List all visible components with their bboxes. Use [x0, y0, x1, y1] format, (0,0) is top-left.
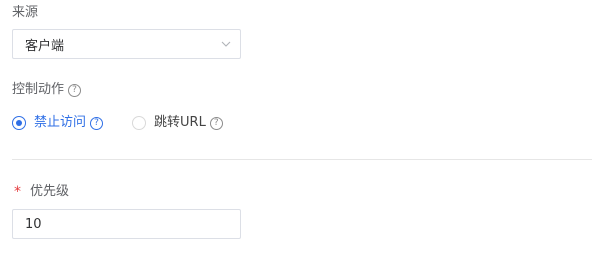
priority-label: 优先级: [30, 184, 70, 199]
priority-input[interactable]: [12, 209, 241, 239]
source-label: 来源: [12, 5, 39, 20]
radio-unchecked-icon[interactable]: [132, 116, 147, 130]
radio-option-redirect-url[interactable]: 跳转URL ?: [132, 115, 223, 131]
required-mark: *: [14, 184, 21, 200]
control-action-label-row: 控制动作 ?: [12, 82, 82, 98]
section-divider: [12, 159, 592, 160]
source-select[interactable]: 客户端: [12, 29, 241, 59]
block-access-help-icon[interactable]: ?: [90, 116, 104, 130]
radio-label-redirect-url: 跳转URL: [154, 115, 206, 130]
control-action-label: 控制动作: [12, 82, 65, 97]
radio-option-block-access[interactable]: 禁止访问 ?: [12, 115, 104, 131]
control-action-help-icon[interactable]: ?: [68, 83, 82, 97]
source-select-value: 客户端: [25, 38, 65, 54]
priority-label-row: * 优先级: [12, 184, 69, 200]
radio-label-block-access: 禁止访问: [34, 115, 87, 130]
radio-checked-icon[interactable]: [12, 116, 26, 130]
chevron-down-icon[interactable]: [220, 38, 232, 50]
redirect-url-help-icon[interactable]: ?: [209, 116, 223, 130]
rule-form: 来源 客户端 控制动作 ? 禁止访问 ? 跳转URL ? * 优先级: [0, 0, 592, 262]
control-action-radio-group: 禁止访问 ? 跳转URL ?: [12, 115, 223, 131]
